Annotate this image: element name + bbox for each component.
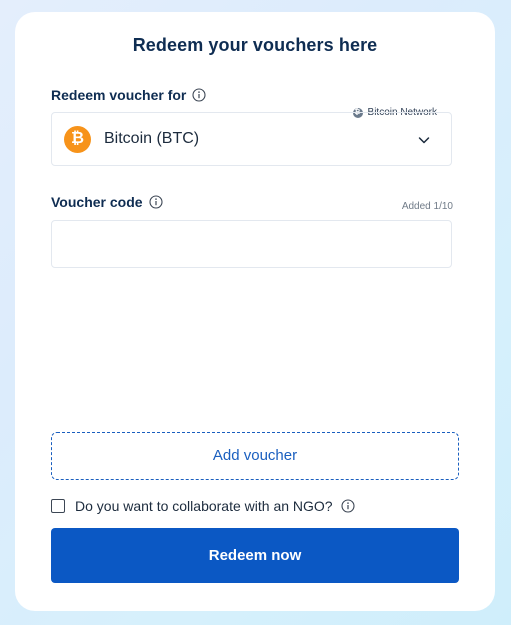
voucher-code-label-row: Voucher code xyxy=(51,194,163,210)
chevron-down-icon[interactable] xyxy=(417,133,431,147)
card-title: Redeem your vouchers here xyxy=(132,35,378,55)
ngo-label: Do you want to collaborate with an NGO? xyxy=(75,498,333,514)
bitcoin-icon: ₿ xyxy=(64,125,91,153)
voucher-added-count: Added 1/10 xyxy=(401,201,453,212)
info-icon[interactable] xyxy=(192,88,206,102)
currency-select-value: Bitcoin (BTC) xyxy=(104,130,200,147)
currency-select[interactable]: ₿ Bitcoin (BTC) xyxy=(51,112,452,166)
ngo-row: Do you want to collaborate with an NGO? xyxy=(51,498,355,514)
voucher-code-label: Voucher code xyxy=(51,194,143,210)
add-voucher-button[interactable]: Add voucher xyxy=(51,432,459,480)
voucher-code-input[interactable] xyxy=(51,220,452,268)
info-icon[interactable] xyxy=(148,195,163,209)
ngo-checkbox[interactable] xyxy=(51,499,65,513)
redeem-now-button[interactable]: Redeem now xyxy=(51,528,459,583)
redeem-for-label: Redeem voucher for xyxy=(51,87,187,103)
redeem-card: Redeem your vouchers here Redeem voucher… xyxy=(15,12,495,611)
info-icon[interactable] xyxy=(341,499,355,513)
redeem-for-label-row: Redeem voucher for xyxy=(51,87,206,103)
